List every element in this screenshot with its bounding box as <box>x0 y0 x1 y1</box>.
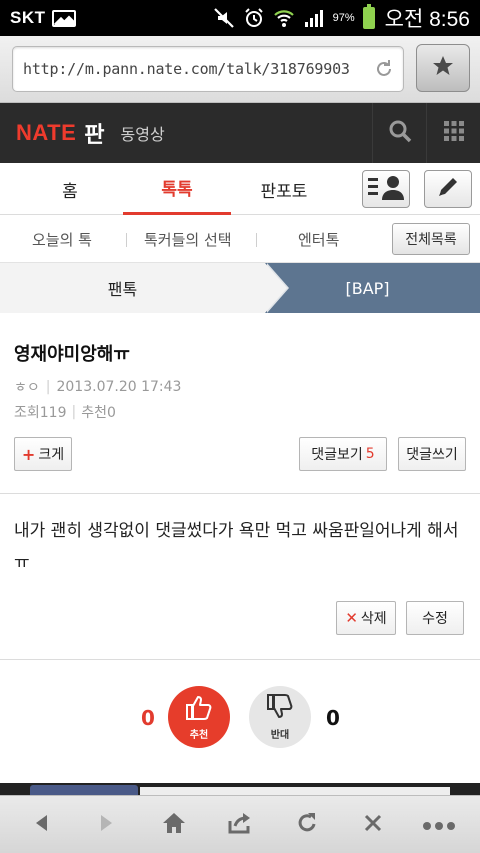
refresh-icon <box>295 811 319 839</box>
browser-bottom-bar <box>0 795 480 853</box>
subtab-entertainment-talk[interactable]: 엔터톡 <box>298 215 339 263</box>
share-button[interactable] <box>207 796 273 853</box>
breadcrumb-arrow <box>265 263 287 313</box>
recommend-label: 추천 <box>189 730 209 741</box>
views-label: 조회 <box>14 405 40 421</box>
post-stats: 조회119 | 추천0 <box>14 402 116 422</box>
write-button[interactable] <box>424 170 472 208</box>
meta-separator: | <box>45 379 51 395</box>
mute-icon <box>213 7 235 29</box>
search-button[interactable] <box>372 103 426 163</box>
forward-arrow-icon <box>98 813 116 837</box>
main-tabs: 홈 톡톡 판포토 <box>0 163 480 215</box>
subtab-today-talk[interactable]: 오늘의 톡 <box>32 215 92 263</box>
more-menu-button[interactable] <box>406 796 472 853</box>
post-title: 영재야미앙해ㅠ <box>14 344 130 365</box>
menu-grid-button[interactable] <box>426 103 480 163</box>
section-divider <box>0 493 480 494</box>
thumbs-down-icon <box>265 693 295 725</box>
subtab-divider <box>126 233 127 247</box>
oppose-button[interactable]: 반대 <box>249 686 311 748</box>
url-text[interactable]: http://m.pann.nate.com/talk/318769903 <box>23 60 371 78</box>
ad-image <box>30 785 138 795</box>
ad-image <box>140 787 450 795</box>
view-comments-button[interactable]: 댓글보기 5 <box>299 437 387 471</box>
view-comments-label: 댓글보기 <box>311 447 363 463</box>
refresh-button[interactable] <box>274 796 340 853</box>
status-bar: SKT 97% 오전 8:56 <box>0 0 480 36</box>
subtab-divider <box>256 233 257 247</box>
enlarge-label: 크게 <box>38 447 65 463</box>
stats-separator: | <box>71 404 77 420</box>
back-arrow-icon <box>32 813 50 837</box>
clock: 오전 8:56 <box>384 8 470 31</box>
share-icon <box>227 811 253 839</box>
browser-url-bar: http://m.pann.nate.com/talk/318769903 <box>0 36 480 103</box>
home-icon <box>161 811 187 839</box>
pann-logo[interactable]: 판 <box>84 117 104 149</box>
oppose-label: 반대 <box>270 730 290 741</box>
user-list-icon <box>366 173 406 205</box>
battery-percent: 97% <box>332 12 355 24</box>
subtab-talkers-choice[interactable]: 톡커들의 선택 <box>144 215 232 263</box>
reload-icon[interactable] <box>373 58 395 84</box>
post-date: 2013.07.20 17:43 <box>56 379 182 395</box>
home-button[interactable] <box>141 796 207 853</box>
comment-count: 5 <box>365 446 375 462</box>
more-dots-icon <box>422 816 456 835</box>
recommend-button[interactable]: 추천 <box>168 686 230 748</box>
my-page-button[interactable] <box>362 170 410 208</box>
close-icon <box>363 813 383 837</box>
tab-pannphoto[interactable]: 판포토 <box>234 163 334 215</box>
recommend-label: 추천 <box>81 405 107 421</box>
tab-home[interactable]: 홈 <box>20 163 120 215</box>
category-fantalk[interactable]: 팬톡 <box>0 263 265 313</box>
url-field[interactable]: http://m.pann.nate.com/talk/318769903 <box>12 46 404 92</box>
recommend-count: 0 <box>106 405 116 421</box>
signal-icon <box>303 7 325 29</box>
close-button[interactable] <box>340 796 406 853</box>
delete-button[interactable]: ✕ 삭제 <box>336 601 396 635</box>
alarm-icon <box>243 7 265 29</box>
edit-button[interactable]: 수정 <box>406 601 464 635</box>
post-meta: ㅎㅇ | 2013.07.20 17:43 <box>14 377 181 397</box>
post-body: 내가 괜히 생각없이 댓글썼다가 욕만 먹고 싸움판일어나게 해서ㅠ <box>14 521 459 573</box>
thumbs-up-icon <box>184 693 214 725</box>
nate-logo[interactable]: NATE <box>16 120 76 146</box>
star-icon <box>431 54 455 82</box>
all-list-button[interactable]: 전체목록 <box>392 223 470 255</box>
views-count: 119 <box>39 405 67 421</box>
delete-x-icon: ✕ <box>345 609 358 627</box>
delete-label: 삭제 <box>360 611 387 627</box>
downvote-count: 0 <box>326 706 340 730</box>
pencil-icon <box>435 174 461 204</box>
enlarge-text-button[interactable]: + 크게 <box>14 437 72 471</box>
grid-icon <box>443 120 465 146</box>
tab-talk[interactable]: 톡톡 <box>123 163 231 215</box>
gallery-notification-icon <box>51 9 76 27</box>
carrier-label: SKT <box>10 8 46 27</box>
forward-button[interactable] <box>74 796 140 853</box>
post-author[interactable]: ㅎㅇ <box>14 377 40 397</box>
upvote-count: 0 <box>141 706 155 730</box>
section-divider <box>0 659 480 660</box>
video-link[interactable]: 동영상 <box>121 121 165 145</box>
sub-tabs: 오늘의 톡 톡커들의 선택 엔터톡 전체목록 <box>0 215 480 263</box>
back-button[interactable] <box>8 796 74 853</box>
write-comment-button[interactable]: 댓글쓰기 <box>398 437 466 471</box>
ad-banner[interactable] <box>0 783 480 795</box>
bookmark-button[interactable] <box>416 44 470 92</box>
site-header: NATE 판 동영상 <box>0 103 480 163</box>
wifi-icon <box>273 7 295 29</box>
battery-icon <box>362 4 375 29</box>
category-breadcrumb: [BAP] 팬톡 <box>0 263 480 313</box>
plus-icon: + <box>21 444 36 464</box>
search-icon <box>388 119 412 147</box>
